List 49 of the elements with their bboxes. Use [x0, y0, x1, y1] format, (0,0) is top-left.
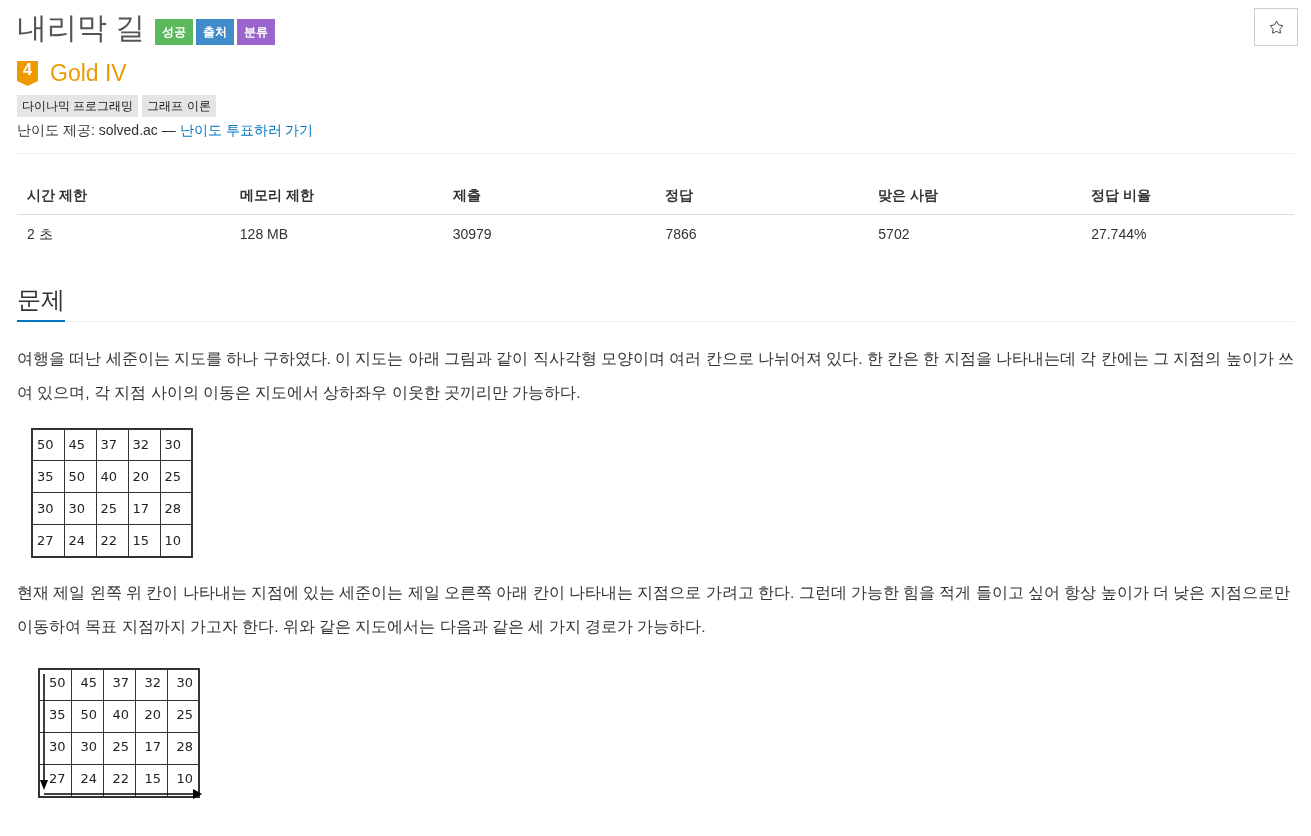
grid-value: 32	[135, 668, 167, 701]
table-cell: 5702	[868, 214, 1082, 254]
column-header: 제출	[442, 176, 656, 214]
grid-value: 30	[71, 732, 103, 765]
label-badge[interactable]: 분류	[237, 19, 276, 45]
grid-value: 40	[96, 460, 128, 493]
vote-link[interactable]: 난이도 투표하러 가기	[179, 119, 314, 141]
grid-value: 32	[128, 428, 160, 461]
tag-label[interactable]: 그래프 이론	[142, 94, 216, 117]
column-header: 메모리 제한	[229, 176, 443, 214]
label-badge[interactable]: 출처	[196, 19, 235, 45]
grid-value: 37	[96, 428, 128, 461]
table-cell: 128 MB	[229, 214, 443, 254]
grid-value: 35	[39, 700, 71, 733]
grid-value: 45	[71, 668, 103, 701]
grid-value: 30	[64, 492, 96, 525]
section-heading: 문제	[17, 283, 65, 322]
problem-title: 내리막 길	[17, 10, 146, 46]
star-button[interactable]	[1254, 8, 1298, 46]
grid-value: 25	[96, 492, 128, 525]
grid-value: 50	[39, 668, 71, 701]
tier-name: Gold IV	[50, 59, 127, 88]
star-icon	[1268, 19, 1284, 35]
grid-value: 30	[39, 732, 71, 765]
column-header: 정답 비율	[1081, 176, 1294, 214]
grid-value: 50	[71, 700, 103, 733]
grid-value: 20	[128, 460, 160, 493]
grid-value: 17	[135, 732, 167, 765]
grid-value: 50	[32, 428, 64, 461]
grid-value: 35	[32, 460, 64, 493]
table-cell: 2 초	[17, 214, 230, 254]
grid-value: 40	[103, 700, 135, 733]
grid-value: 45	[64, 428, 96, 461]
difficulty-note: 난이도 제공: solved.ac —	[17, 120, 176, 140]
grid-value: 20	[135, 700, 167, 733]
column-header: 시간 제한	[17, 176, 230, 214]
column-header: 정답	[655, 176, 869, 214]
grid-value: 17	[128, 492, 160, 525]
grid-value: 25	[103, 732, 135, 765]
grid-value: 37	[103, 668, 135, 701]
table-cell: 30979	[442, 214, 656, 254]
grid-value: 30	[32, 492, 64, 525]
table-cell: 7866	[655, 214, 869, 254]
table-cell: 27.744%	[1081, 214, 1294, 254]
grid-value: 50	[64, 460, 96, 493]
column-header: 맞은 사람	[868, 176, 1082, 214]
problem-paragraph: 현재 제일 왼쪽 위 칸이 나타내는 지점에 있는 세준이는 제일 오른쪽 아래 칸이 나타내는 지점으로 가려고 한다. 그런데 가능한 힘을 적게 들이고 싶어 항상 높이가 더 낮은 지점으로만 이동하여 목표 지점까지 가고자 한다. 위와 같은 지도에서는 다음과 같은 세 가지 경로가 가능하다.	[17, 582, 1291, 637]
problem-paragraph: 여행을 떠난 세준이는 지도를 하나 구하였다. 이 지도는 아래 그림과 같이 직사각형 모양이며 여러 칸으로 나뉘어져 있다. 한 칸은 한 지점을 나타내는데 각 칸에는 그 지점의 높이가 쓰여 있으며, 각 지점 사이의 이동은 지도에서 상하좌우 이웃한 곳끼리만 가능하다.	[17, 348, 1294, 403]
tag-label[interactable]: 다이나믹 프로그래밍	[17, 94, 139, 117]
